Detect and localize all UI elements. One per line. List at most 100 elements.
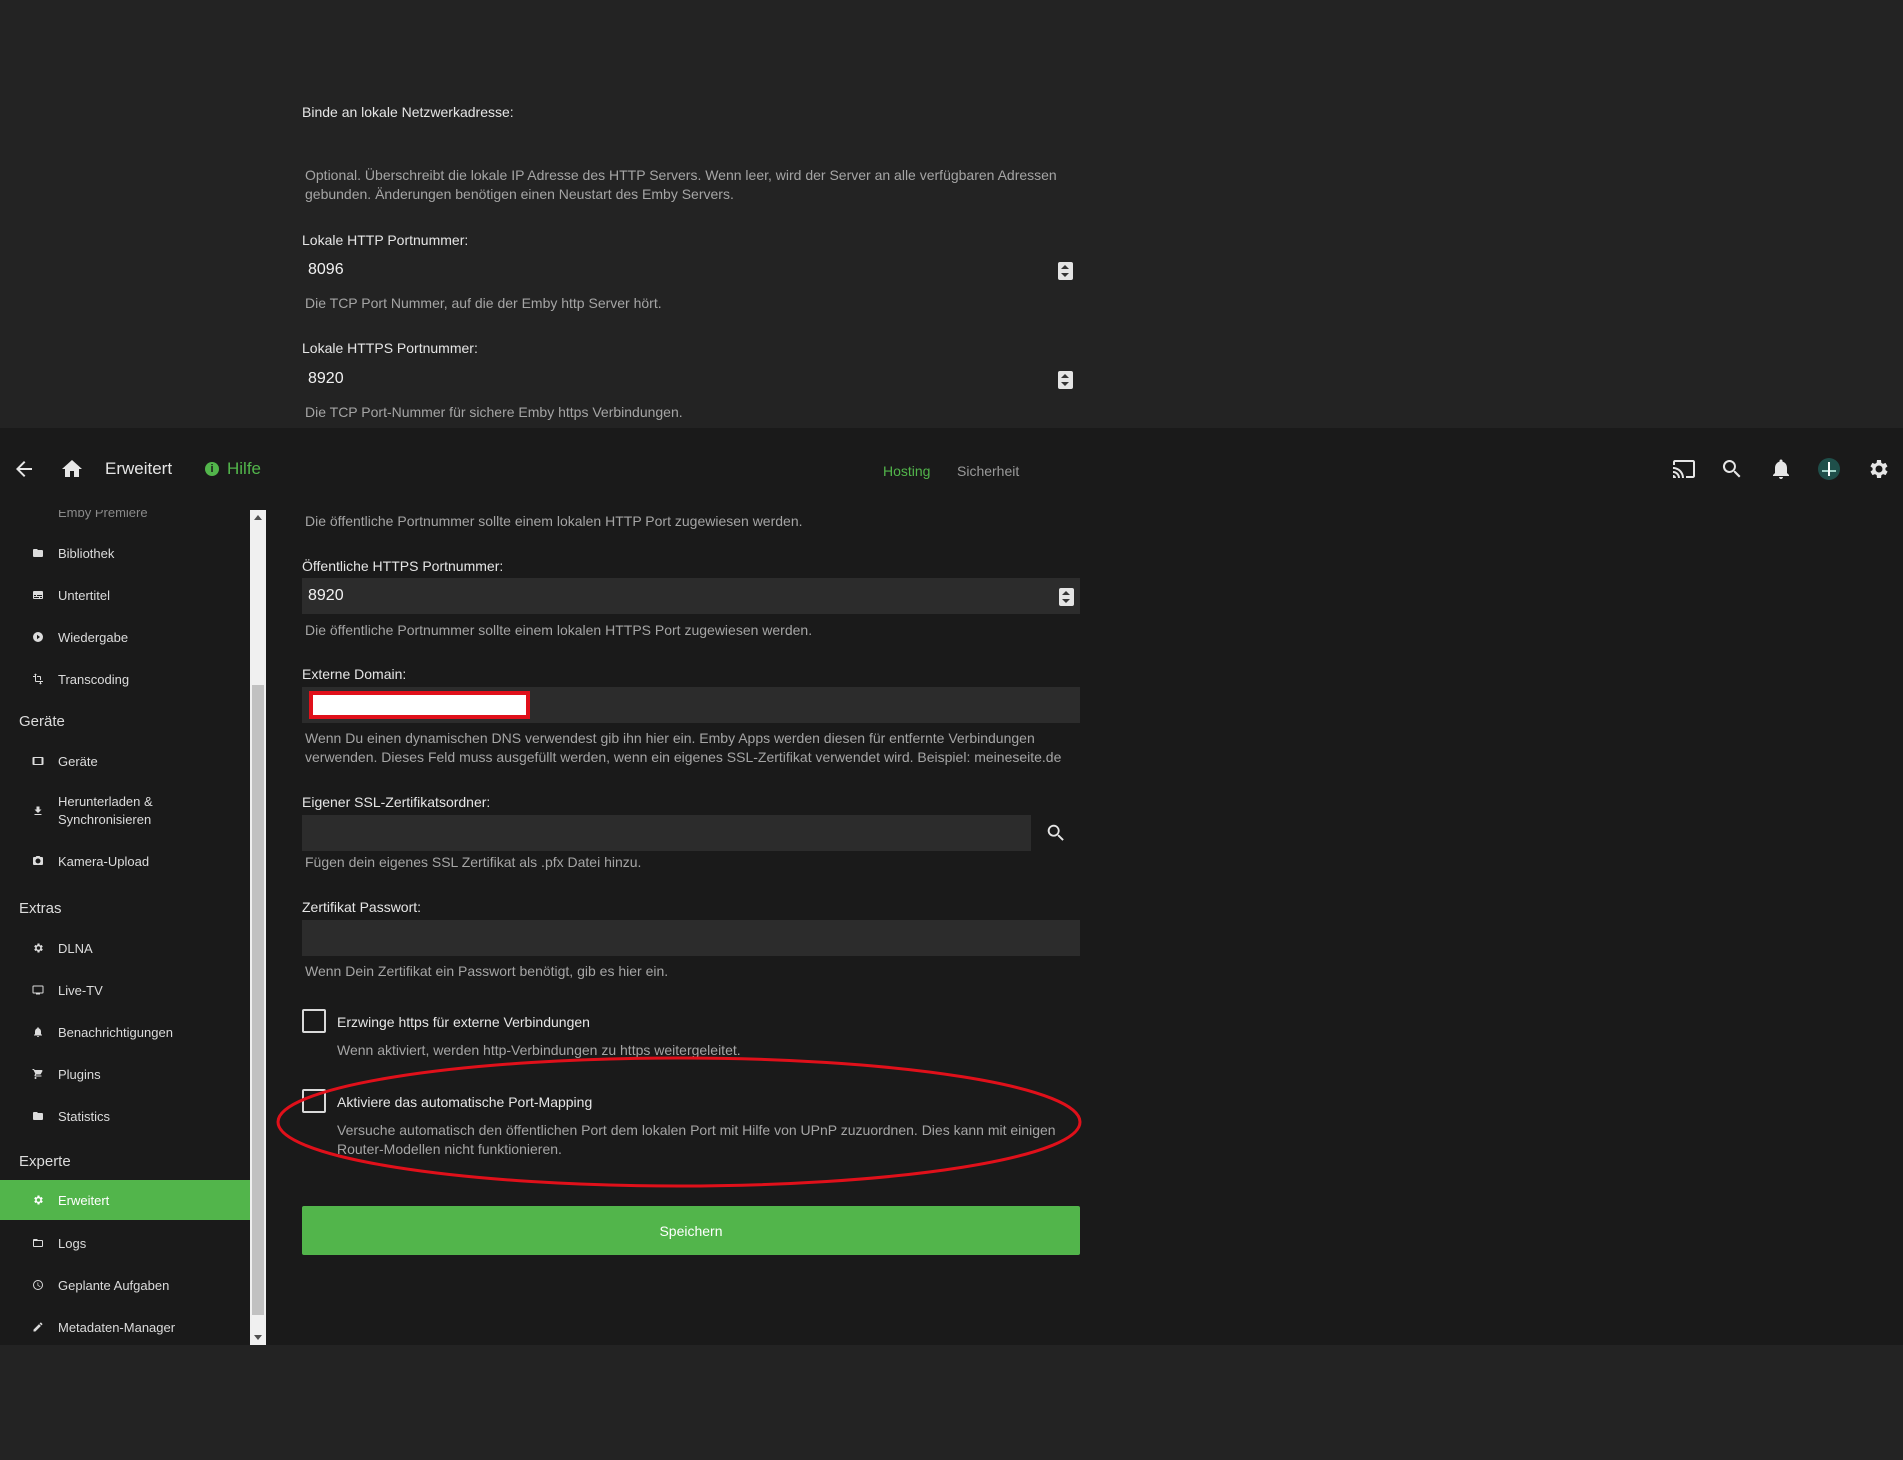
back-arrow-icon[interactable]	[7, 452, 41, 486]
cert-folder-input[interactable]	[302, 815, 1031, 851]
public-https-input[interactable]: 8920	[302, 578, 1080, 614]
sidebar-section-expert: Experte	[19, 1153, 71, 1170]
public-http-desc: Die öffentliche Portnummer sollte einem …	[305, 513, 803, 529]
http-port-desc: Die TCP Port Nummer, auf die der Emby ht…	[305, 295, 662, 311]
tab-hosting[interactable]: Hosting	[883, 463, 930, 479]
help-label: Hilfe	[227, 459, 262, 478]
sidebar-item-label: Logs	[58, 1235, 87, 1251]
sidebar-section-extras: Extras	[19, 900, 62, 917]
sidebar-section-devices: Geräte	[19, 713, 65, 730]
camera-icon	[31, 854, 45, 868]
sidebar-item-label: Wiedergabe	[58, 629, 129, 645]
cert-password-input[interactable]	[302, 920, 1080, 956]
app-header: Erweitert i Hilfe Hosting Sicherheit	[0, 428, 1903, 510]
pencil-icon	[31, 1320, 45, 1334]
sidebar-item-label: Statistics	[58, 1108, 111, 1124]
sidebar-item-label: Untertitel	[58, 587, 111, 603]
search-icon[interactable]	[1715, 452, 1749, 486]
bind-address-desc: Optional. Überschreibt die lokale IP Adr…	[305, 167, 1057, 202]
sidebar-item-devices[interactable]: Geräte	[0, 740, 250, 782]
folder-icon	[31, 546, 45, 560]
bind-address-label: Binde an lokale Netzwerkadresse:	[302, 104, 514, 120]
sidebar-item-plugins[interactable]: Plugins	[0, 1053, 250, 1095]
sidebar-item-label: Plugins	[58, 1066, 101, 1082]
gear-icon	[31, 941, 45, 955]
sidebar-item-dlna[interactable]: DLNA	[0, 927, 250, 969]
gear-icon[interactable]	[1861, 452, 1895, 486]
transform-icon	[31, 672, 45, 686]
play-circle-icon	[31, 630, 45, 644]
cert-password-desc: Wenn Dein Zertifikat ein Passwort benöti…	[305, 963, 669, 979]
sidebar-item-label: Transcoding	[58, 671, 130, 687]
sidebar-item-subtitles[interactable]: Untertitel	[0, 574, 250, 616]
sidebar-item-transcoding[interactable]: Transcoding	[0, 658, 250, 700]
sidebar-item-metadata-manager[interactable]: Metadaten-Manager	[0, 1306, 250, 1345]
top-settings-section: Binde an lokale Netzwerkadresse: Optiona…	[0, 0, 1903, 428]
https-port-spinner[interactable]	[1058, 371, 1073, 389]
https-port-value: 8920	[308, 370, 344, 387]
sidebar-item-label: Metadaten-Manager	[58, 1319, 176, 1335]
external-domain-label: Externe Domain:	[302, 666, 407, 682]
bell-icon	[31, 1025, 45, 1039]
sidebar-item-notifications[interactable]: Benachrichtigungen	[0, 1011, 250, 1053]
sidebar-scrollbar[interactable]	[250, 510, 266, 1345]
scroll-thumb[interactable]	[252, 685, 264, 1315]
download-icon	[31, 804, 45, 818]
sidebar-item-scheduled-tasks[interactable]: Geplante Aufgaben	[0, 1264, 250, 1306]
sidebar-item-camera-upload[interactable]: Kamera-Upload	[0, 840, 250, 882]
sidebar-item-premiere[interactable]: Emby Premiere	[0, 510, 250, 524]
sidebar-item-download-sync[interactable]: Herunterladen & Synchronisieren	[0, 784, 250, 838]
page-title: Erweitert	[105, 459, 173, 478]
redaction-box	[309, 691, 530, 719]
sidebar-item-label: Erweitert	[58, 1192, 110, 1208]
http-port-label: Lokale HTTP Portnummer:	[302, 232, 469, 248]
sidebar-item-playback[interactable]: Wiedergabe	[0, 616, 250, 658]
sidebar-item-label: Geräte	[58, 753, 98, 769]
sidebar-item-live-tv[interactable]: Live-TV	[0, 969, 250, 1011]
cast-icon[interactable]	[1667, 452, 1701, 486]
external-domain-input[interactable]	[302, 687, 1080, 723]
sidebar-item-label: Benachrichtigungen	[58, 1024, 173, 1040]
sidebar: Emby Premiere Bibliothek Untertitel Wied…	[0, 510, 250, 1345]
save-button[interactable]: Speichern	[302, 1206, 1080, 1255]
avatar[interactable]	[1812, 452, 1846, 486]
bell-icon[interactable]	[1764, 452, 1798, 486]
scroll-up-button[interactable]	[250, 510, 266, 526]
sidebar-item-label: Emby Premiere	[58, 510, 148, 520]
info-icon: i	[205, 462, 219, 476]
sidebar-item-label: Bibliothek	[58, 545, 115, 561]
sidebar-item-statistics[interactable]: Statistics	[0, 1095, 250, 1137]
tablet-icon	[31, 754, 45, 768]
cart-icon	[31, 1067, 45, 1081]
cert-password-label: Zertifikat Passwort:	[302, 899, 422, 915]
home-icon[interactable]	[55, 452, 89, 486]
https-port-input[interactable]: 8920	[302, 361, 1079, 397]
force-https-label[interactable]: Erzwinge https für externe Verbindungen	[337, 1014, 590, 1030]
tv-icon	[31, 983, 45, 997]
subtitles-icon	[31, 588, 45, 602]
public-https-value: 8920	[308, 587, 344, 604]
gear-icon	[31, 1193, 45, 1207]
sidebar-item-label: Live-TV	[58, 982, 103, 998]
https-port-desc: Die TCP Port-Nummer für sichere Emby htt…	[305, 404, 683, 420]
sidebar-item-library[interactable]: Bibliothek	[0, 532, 250, 574]
scroll-down-button[interactable]	[250, 1329, 266, 1345]
public-https-spinner[interactable]	[1059, 588, 1074, 606]
page-bottom	[0, 1345, 1903, 1460]
search-icon[interactable]	[1043, 820, 1069, 846]
https-port-label: Lokale HTTPS Portnummer:	[302, 340, 478, 356]
http-port-spinner[interactable]	[1058, 262, 1073, 280]
http-port-value: 8096	[308, 261, 344, 278]
http-port-input[interactable]: 8096	[302, 252, 1079, 288]
force-https-checkbox[interactable]	[302, 1009, 326, 1033]
annotation-ellipse	[276, 1056, 1082, 1188]
folder-icon	[31, 1109, 45, 1123]
tab-security[interactable]: Sicherheit	[957, 463, 1019, 479]
folder-open-icon	[31, 1236, 45, 1250]
clock-icon	[31, 1278, 45, 1292]
sidebar-item-advanced[interactable]: Erweitert	[0, 1180, 250, 1220]
public-https-label: Öffentliche HTTPS Portnummer:	[302, 558, 504, 574]
sidebar-item-label: DLNA	[58, 940, 93, 956]
sidebar-item-logs[interactable]: Logs	[0, 1222, 250, 1264]
help-link[interactable]: i Hilfe	[205, 459, 261, 479]
